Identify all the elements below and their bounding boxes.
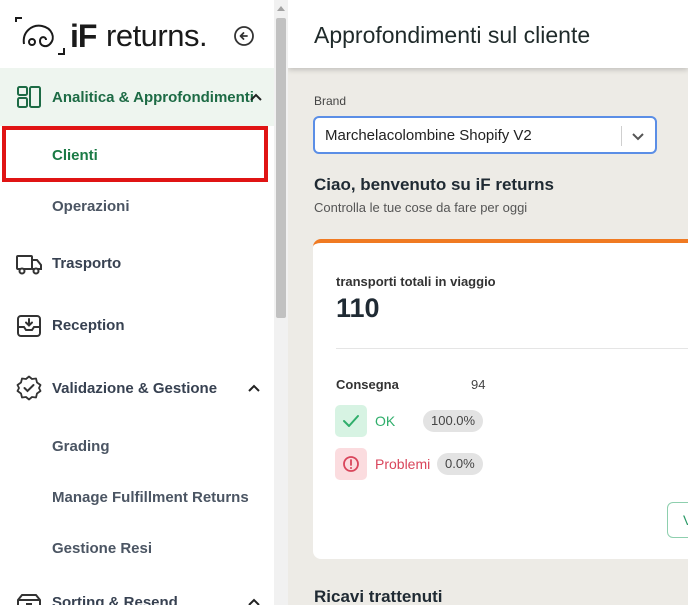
sidebar-item-trasporto[interactable]: Trasporto — [0, 238, 274, 290]
transport-card: transporti totali in viaggio 110 Consegn… — [313, 239, 688, 559]
welcome-subtitle: Controlla le tue cose da fare per oggi — [314, 200, 528, 215]
select-separator — [621, 126, 622, 146]
brand-select-value: Marchelacolombine Shopify V2 — [325, 127, 532, 144]
highlight-annotation — [2, 126, 268, 182]
alert-circle-icon — [335, 448, 367, 480]
sidebar-item-manage-fulfillment-returns[interactable]: Manage Fulfillment Returns — [0, 472, 274, 524]
collapse-sidebar-icon[interactable] — [233, 25, 255, 47]
check-badge-icon — [16, 375, 42, 401]
inbox-download-icon — [17, 315, 41, 337]
brand-select[interactable]: Marchelacolombine Shopify V2 — [313, 116, 657, 154]
truck-icon — [16, 255, 42, 275]
consegna-label: Consegna — [336, 377, 399, 392]
status-ok-label: OK — [375, 413, 396, 429]
main-content: Approfondimenti sul cliente Brand Marche… — [288, 0, 688, 605]
logo-row: iF returns. — [0, 0, 274, 68]
brand-label: Brand — [314, 94, 347, 108]
sidebar-item-sorting-resend[interactable]: Sorting & Resend — [0, 580, 274, 605]
sidebar-item-label: Validazione & Gestione — [52, 380, 218, 397]
sidebar-item-analitica[interactable]: Analitica & Approfondimenti — [0, 68, 274, 126]
sidebar-item-grading[interactable]: Grading — [0, 420, 274, 472]
chevron-up-icon[interactable] — [248, 90, 264, 106]
sidebar-item-label: Reception — [52, 317, 125, 334]
card-button-label: V — [683, 512, 688, 528]
logo-returns-text: returns. — [106, 18, 208, 53]
welcome-title: Ciao, benvenuto su iF returns — [314, 175, 554, 194]
scroll-thumb[interactable] — [276, 18, 286, 318]
scroll-up-arrow-icon[interactable] — [277, 6, 285, 11]
status-problems-percentage: 0.0% — [437, 453, 483, 475]
status-problems-label: Problemi — [375, 456, 431, 472]
card-view-button[interactable]: V — [667, 502, 688, 538]
chevron-up-icon[interactable] — [246, 381, 262, 397]
divider — [336, 348, 688, 349]
sidebar-item-label: Manage Fulfillment Returns — [52, 489, 249, 506]
status-ok-percentage: 100.0% — [423, 410, 484, 432]
sidebar-item-label: Grading — [52, 438, 110, 455]
sidebar-item-reception[interactable]: Reception — [0, 300, 274, 352]
card-count: 110 — [336, 293, 380, 323]
top-bar: Approfondimenti sul cliente — [288, 0, 688, 68]
sidebar: iF returns. Analitica & Approfondimenti … — [0, 0, 274, 605]
sidebar-item-label: Gestione Resi — [52, 540, 153, 557]
dashboard-icon — [17, 86, 41, 108]
chevron-up-icon[interactable] — [246, 595, 262, 605]
sidebar-item-gestione-resi[interactable]: Gestione Resi — [0, 522, 274, 574]
logo-if-text: iF — [70, 18, 97, 54]
check-icon — [335, 405, 367, 437]
chevron-down-icon[interactable] — [630, 128, 646, 144]
section-title-ricavi: Ricavi trattenuti — [314, 587, 443, 605]
sidebar-item-operazioni[interactable]: Operazioni — [0, 182, 274, 232]
sidebar-item-label: Operazioni — [52, 198, 130, 215]
sidebar-item-label: Sorting & Resend — [52, 594, 178, 605]
page-title: Approfondimenti sul cliente — [314, 22, 591, 48]
sidebar-item-label: Analitica & Approfondimenti — [52, 89, 254, 106]
sidebar-scrollbar[interactable] — [274, 0, 288, 605]
sidebar-item-validazione[interactable]: Validazione & Gestione — [0, 362, 274, 414]
package-icon — [17, 594, 41, 605]
consegna-value: 94 — [471, 377, 486, 392]
card-title: transporti totali in viaggio — [336, 274, 496, 289]
sidebar-item-label: Trasporto — [52, 255, 122, 272]
logo-icon — [15, 17, 65, 55]
